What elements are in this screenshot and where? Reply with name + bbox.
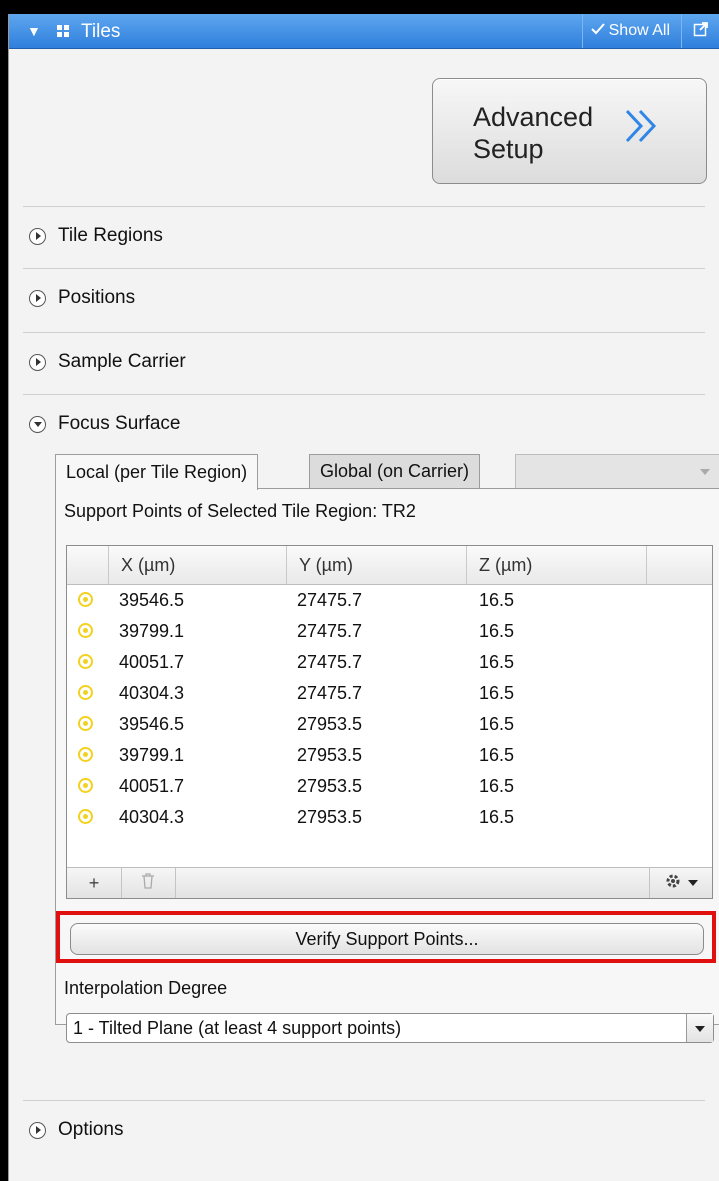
tab-local[interactable]: Local (per Tile Region) — [55, 454, 259, 490]
focus-surface-tabs: Local (per Tile Region) Global (on Carri… — [55, 454, 719, 490]
advanced-setup-button[interactable]: Advanced Setup — [432, 78, 707, 184]
chevron-down-icon — [700, 469, 710, 475]
support-points-table: X (µm) Y (µm) Z (µm) 39546.5 27475.7 16.… — [66, 545, 713, 899]
expand-arrow-icon — [29, 353, 46, 371]
section-focus-surface[interactable]: Focus Surface — [23, 394, 705, 445]
checkmark-icon — [590, 22, 605, 40]
section-label: Focus Surface — [58, 413, 181, 434]
header-icon-column — [67, 546, 109, 584]
panel-titlebar: ▼ Tiles Show All — [9, 14, 719, 49]
cell-x: 39546.5 — [119, 714, 185, 734]
section-label: Options — [58, 1119, 124, 1140]
expand-arrow-icon — [29, 1121, 46, 1139]
cell-x: 39799.1 — [119, 621, 185, 641]
column-header-z[interactable]: Z (µm) — [467, 546, 647, 584]
popout-icon — [693, 21, 709, 42]
column-header-x[interactable]: X (µm) — [109, 546, 287, 584]
tab-overflow[interactable] — [515, 454, 719, 488]
cell-y: 27953.5 — [297, 745, 363, 765]
delete-point-button[interactable] — [121, 868, 176, 898]
support-point-icon — [78, 747, 93, 762]
support-point-icon — [78, 778, 93, 793]
table-row[interactable]: 39799.1 27475.7 16.5 — [67, 616, 712, 647]
gear-icon — [664, 872, 682, 895]
table-row[interactable]: 40051.7 27953.5 16.5 — [67, 771, 712, 802]
support-point-icon — [78, 685, 93, 700]
table-row[interactable]: 39546.5 27475.7 16.5 — [67, 585, 712, 616]
add-point-button[interactable]: + — [67, 868, 122, 898]
support-point-icon — [78, 592, 93, 607]
table-settings-button[interactable] — [649, 868, 712, 898]
cell-x: 39546.5 — [119, 590, 185, 610]
trash-icon — [141, 872, 155, 894]
popout-button[interactable] — [681, 14, 719, 48]
cell-z: 16.5 — [479, 652, 515, 672]
section-positions[interactable]: Positions — [23, 268, 705, 331]
cell-z: 16.5 — [479, 621, 515, 641]
table-row[interactable]: 40304.3 27953.5 16.5 — [67, 802, 712, 833]
expand-arrow-icon — [29, 227, 46, 245]
section-options[interactable]: Options — [23, 1100, 705, 1163]
tab-global[interactable]: Global (on Carrier) — [309, 454, 481, 488]
cell-z: 16.5 — [479, 776, 515, 796]
support-point-icon — [78, 654, 93, 669]
collapse-chevron-icon[interactable]: ▼ — [27, 23, 41, 39]
cell-y: 27475.7 — [297, 652, 363, 672]
table-row[interactable]: 39799.1 27953.5 16.5 — [67, 740, 712, 771]
cell-z: 16.5 — [479, 745, 515, 765]
cell-y: 27475.7 — [297, 590, 363, 610]
support-points-label: Support Points of Selected Tile Region: … — [64, 501, 416, 521]
cell-z: 16.5 — [479, 714, 515, 734]
tiles-grid-icon — [57, 25, 71, 37]
show-all-button[interactable]: Show All — [581, 14, 678, 48]
cell-x: 40051.7 — [119, 776, 185, 796]
focus-surface-tabpanel: Support Points of Selected Tile Region: … — [55, 488, 719, 1043]
show-all-label: Show All — [608, 22, 670, 39]
support-point-icon — [78, 716, 93, 731]
interpolation-degree-value: 1 - Tilted Plane (at least 4 support poi… — [73, 1018, 402, 1038]
panel-title: Tiles — [81, 21, 121, 42]
table-row[interactable]: 40051.7 27475.7 16.5 — [67, 647, 712, 678]
interpolation-degree-select[interactable]: 1 - Tilted Plane (at least 4 support poi… — [66, 1013, 714, 1043]
interpolation-degree-label: Interpolation Degree — [64, 978, 228, 998]
column-header-y[interactable]: Y (µm) — [287, 546, 467, 584]
section-tile-regions[interactable]: Tile Regions — [23, 206, 705, 269]
collapse-arrow-icon — [29, 415, 46, 433]
cell-z: 16.5 — [479, 683, 515, 703]
section-label: Positions — [58, 287, 136, 308]
cell-y: 27953.5 — [297, 807, 363, 827]
add-label: + — [88, 872, 100, 893]
chevron-down-icon — [688, 880, 698, 886]
section-sample-carrier[interactable]: Sample Carrier — [23, 332, 705, 395]
cell-y: 27475.7 — [297, 683, 363, 703]
chevron-down-icon[interactable] — [686, 1014, 713, 1042]
table-row[interactable]: 40304.3 27475.7 16.5 — [67, 678, 712, 709]
cell-x: 40304.3 — [119, 683, 185, 703]
cell-y: 27953.5 — [297, 714, 363, 734]
tiles-panel: ▼ Tiles Show All Advanced Setup Tile Reg… — [8, 14, 719, 1181]
verify-support-points-button[interactable]: Verify Support Points... — [70, 923, 704, 955]
verify-highlight: Verify Support Points... — [56, 911, 716, 963]
cell-x: 40051.7 — [119, 652, 185, 672]
table-toolbar: + — [67, 867, 712, 898]
section-label: Sample Carrier — [58, 351, 186, 372]
table-header: X (µm) Y (µm) Z (µm) — [67, 546, 712, 585]
expand-arrow-icon — [29, 289, 46, 307]
cell-y: 27475.7 — [297, 621, 363, 641]
table-row[interactable]: 39546.5 27953.5 16.5 — [67, 709, 712, 740]
support-point-icon — [78, 623, 93, 638]
section-label: Tile Regions — [58, 225, 163, 246]
support-point-icon — [78, 809, 93, 824]
cell-y: 27953.5 — [297, 776, 363, 796]
cell-z: 16.5 — [479, 590, 515, 610]
cell-z: 16.5 — [479, 807, 515, 827]
cell-x: 40304.3 — [119, 807, 185, 827]
advanced-setup-label: Advanced Setup — [473, 102, 594, 164]
cell-x: 39799.1 — [119, 745, 185, 765]
double-chevron-right-icon — [621, 105, 663, 152]
